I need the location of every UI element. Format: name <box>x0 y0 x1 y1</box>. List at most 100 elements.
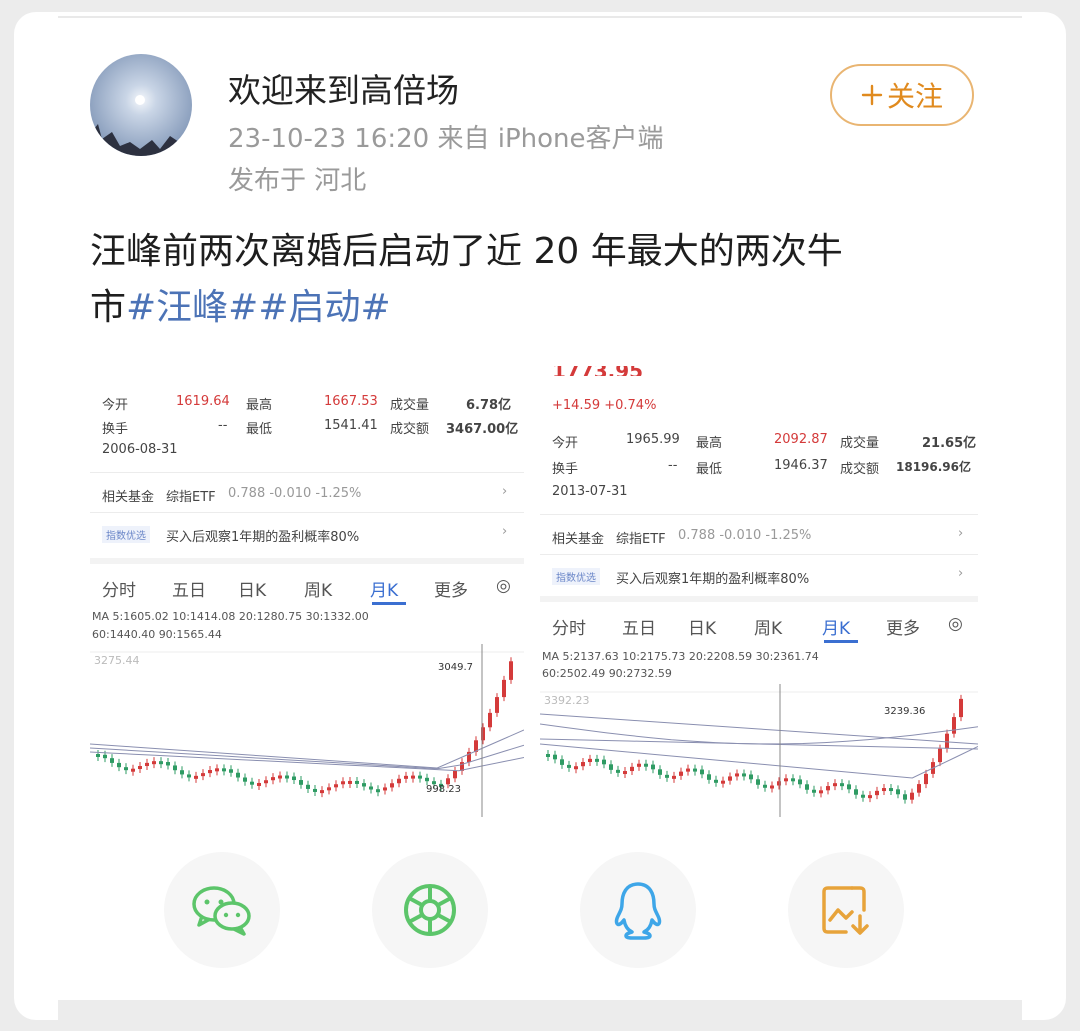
candle <box>271 777 275 781</box>
tab-week-k[interactable]: 周K <box>754 614 782 639</box>
candle <box>602 759 606 765</box>
candle <box>861 794 865 798</box>
share-wechat-button[interactable] <box>164 852 280 968</box>
candle <box>686 768 690 772</box>
tab-week-k[interactable]: 周K <box>304 576 332 601</box>
label-amount: 成交额 <box>390 422 430 437</box>
candle <box>131 768 135 772</box>
candle <box>173 765 177 771</box>
avatar[interactable] <box>90 54 192 156</box>
share-qq-button[interactable] <box>580 852 696 968</box>
tab-minute[interactable]: 分时 <box>552 614 586 639</box>
candle <box>292 776 296 781</box>
value-amount: 3467.00亿 <box>446 422 519 437</box>
tab-5day[interactable]: 五日 <box>172 576 206 601</box>
candle <box>560 759 564 765</box>
tab-day-k[interactable]: 日K <box>688 614 716 639</box>
candle <box>110 758 114 763</box>
tab-month-k[interactable]: 月K <box>822 614 850 639</box>
tab-day-k[interactable]: 日K <box>238 576 266 601</box>
value-open: 1619.64 <box>176 394 230 409</box>
candle <box>917 784 921 793</box>
candle <box>306 784 310 789</box>
plus-icon <box>861 84 883 106</box>
value-high: 1667.53 <box>324 394 378 409</box>
candle <box>896 789 900 795</box>
post-location: 发布于 河北 <box>228 166 367 196</box>
ma-line1: MA 5:1605.02 10:1414.08 20:1280.75 30:13… <box>92 610 369 623</box>
tip-badge: 指数优选 <box>552 568 600 585</box>
tip-badge: 指数优选 <box>102 526 150 543</box>
candle <box>623 771 627 775</box>
weibo-post-card: 欢迎来到高倍场 23-10-23 16:20 来自 iPhone客户端 发布于 … <box>14 12 1066 1020</box>
candle <box>502 679 506 698</box>
tab-5day[interactable]: 五日 <box>622 614 656 639</box>
value-volume: 6.78亿 <box>466 398 512 413</box>
candle <box>397 778 401 784</box>
ma-line1: MA 5:2137.63 10:2175.73 20:2208.59 30:23… <box>542 650 819 663</box>
kline-chart[interactable]: 3392.23 3239.36 <box>540 684 978 817</box>
candle <box>355 780 359 784</box>
candle <box>679 771 683 776</box>
label-turnover: 换手 <box>552 462 579 477</box>
save-image-button[interactable] <box>788 852 904 968</box>
candle <box>924 773 928 785</box>
candle <box>348 780 352 784</box>
chevron-right-icon[interactable]: › <box>502 524 507 539</box>
candle <box>742 773 746 777</box>
peak-label: 3239.36 <box>884 706 925 717</box>
share-moments-button[interactable] <box>372 852 488 968</box>
fund-name[interactable]: 综指ETF <box>616 528 666 547</box>
candle <box>180 770 184 775</box>
label-high: 最高 <box>696 436 723 451</box>
candle <box>215 768 219 772</box>
candle <box>159 761 163 765</box>
post-text-line2: 市 <box>90 287 127 328</box>
value-turnover: -- <box>218 418 228 433</box>
candle <box>588 758 592 763</box>
candle <box>882 788 886 792</box>
candle <box>672 775 676 779</box>
candle <box>945 733 949 749</box>
fund-value: 0.788 -0.010 -1.25% <box>678 528 812 543</box>
follow-label: 关注 <box>886 80 943 113</box>
tab-minute[interactable]: 分时 <box>102 576 136 601</box>
wechat-icon <box>192 886 251 936</box>
quote-date: 2006-08-31 <box>102 442 178 457</box>
fund-label: 相关基金 <box>552 532 605 547</box>
tab-more[interactable]: 更多 <box>434 576 468 601</box>
label-amount: 成交额 <box>840 462 880 477</box>
candle <box>138 766 142 770</box>
fund-label: 相关基金 <box>102 490 155 505</box>
peak-label: 3049.7 <box>438 662 473 673</box>
chart-tabs: 分时 五日 日K 周K 月K 更多 ◎ <box>90 572 524 605</box>
candle <box>903 794 907 800</box>
follow-button[interactable]: 关注 <box>830 64 974 126</box>
candle <box>728 776 732 781</box>
tab-more[interactable]: 更多 <box>886 614 920 639</box>
chevron-right-icon[interactable]: › <box>502 484 507 499</box>
tab-month-k[interactable]: 月K <box>370 576 398 601</box>
candle <box>236 772 240 778</box>
topic-link-wangfeng[interactable]: #汪峰# <box>126 287 258 328</box>
settings-icon[interactable]: ◎ <box>496 576 511 596</box>
candle <box>910 792 914 800</box>
candle <box>637 763 641 767</box>
kline-chart[interactable]: 3275.44 3049.7 998.23 <box>90 644 524 817</box>
label-high: 最高 <box>246 398 273 413</box>
stock-screenshot-2013[interactable]: 1773.95 +14.59 +0.74% 今开 1965.99 最高 2092… <box>540 362 978 817</box>
stock-screenshot-2006[interactable]: 今开 1619.64 最高 1667.53 成交量 6.78亿 换手 -- 最低… <box>90 362 524 817</box>
fund-name[interactable]: 综指ETF <box>166 486 216 505</box>
candle <box>257 782 261 786</box>
chevron-right-icon[interactable]: › <box>958 526 963 541</box>
username[interactable]: 欢迎来到高倍场 <box>228 64 459 112</box>
label-turnover: 换手 <box>102 422 129 437</box>
settings-icon[interactable]: ◎ <box>948 614 963 634</box>
candle <box>553 754 557 760</box>
save-image-icon <box>822 886 869 935</box>
candle <box>145 762 149 767</box>
chevron-right-icon[interactable]: › <box>958 566 963 581</box>
candle <box>243 777 247 782</box>
candle <box>103 754 107 759</box>
topic-link-qidong[interactable]: #启动# <box>258 287 390 328</box>
